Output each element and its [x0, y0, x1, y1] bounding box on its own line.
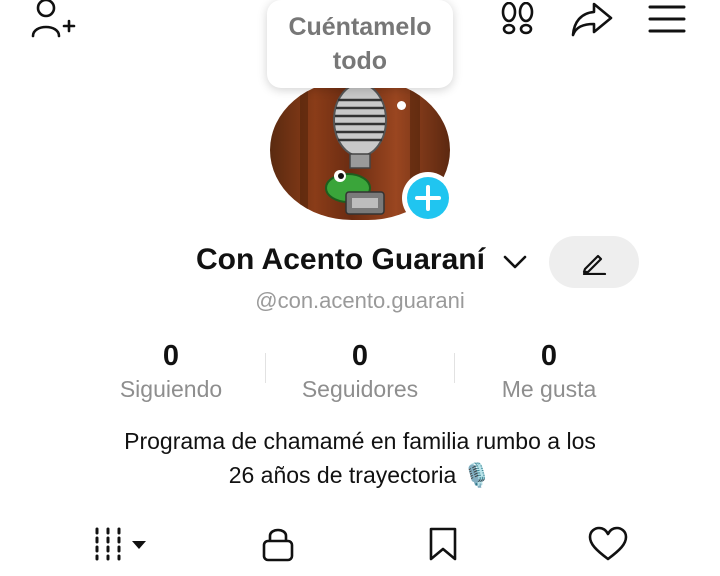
stat-likes[interactable]: 0 Me gusta [459, 340, 639, 403]
tab-liked[interactable] [588, 526, 628, 562]
pencil-icon [581, 249, 607, 275]
stat-value: 0 [351, 340, 369, 372]
tab-videos[interactable] [93, 526, 149, 562]
profile-name-text: Con Acento Guaraní [196, 243, 485, 276]
tab-saved[interactable] [427, 526, 459, 562]
lock-icon [262, 528, 294, 562]
tab-private[interactable] [260, 526, 296, 562]
add-photo-button[interactable] [402, 172, 454, 224]
bookmark-icon [429, 527, 457, 561]
grid-icon [95, 527, 121, 561]
add-user-icon[interactable] [30, 0, 76, 40]
stat-following[interactable]: 0 Siguiendo [81, 340, 261, 403]
plus-icon [407, 177, 449, 219]
share-icon[interactable] [570, 0, 614, 38]
bio-line-1: Programa de chamamé en familia rumbo a l… [124, 428, 596, 454]
profile-bio: Programa de chamamé en familia rumbo a l… [0, 424, 720, 492]
stat-label: Seguidores [301, 376, 419, 402]
stat-label: Siguiendo [119, 376, 223, 402]
tooltip-pointer [397, 101, 406, 110]
tooltip-bubble: Cuéntamelo todo [267, 0, 453, 88]
heart-icon [588, 526, 628, 561]
footprints-icon[interactable] [499, 2, 537, 38]
menu-icon[interactable] [648, 4, 686, 34]
stat-followers[interactable]: 0 Seguidores [270, 340, 450, 403]
stat-value: 0 [540, 340, 558, 372]
tooltip-line-1: Cuéntamelo [288, 13, 432, 41]
edit-profile-button[interactable] [549, 236, 639, 288]
stat-divider [454, 353, 455, 383]
stat-label: Me gusta [501, 376, 597, 402]
stat-value: 0 [162, 340, 180, 372]
bio-line-2: 26 años de trayectoria 🎙️ [228, 462, 492, 488]
profile-name[interactable]: Con Acento Guaraní [196, 243, 485, 277]
stat-divider [265, 353, 266, 383]
tooltip-line-2: todo [332, 47, 388, 75]
profile-handle: @con.acento.guarani [255, 288, 465, 313]
chevron-down-icon[interactable] [502, 253, 528, 271]
